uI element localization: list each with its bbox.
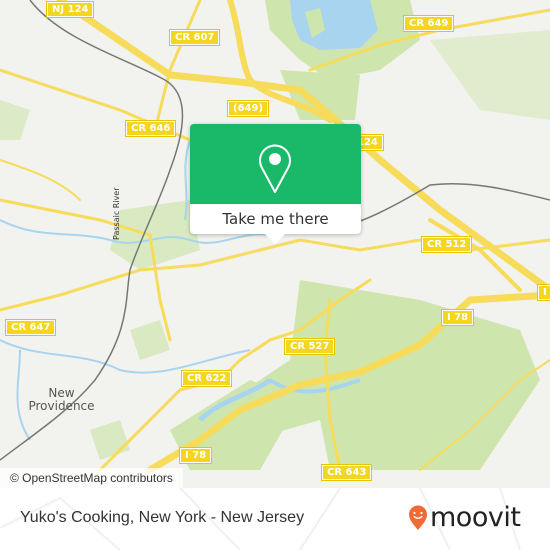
moovit-smile-pin-icon <box>409 505 427 530</box>
popup-body: Take me there <box>190 204 361 234</box>
road-label-649: (649) <box>226 100 270 117</box>
road-label-cr647: CR 647 <box>4 319 57 336</box>
road-label-cr649: CR 649 <box>402 15 455 32</box>
road-label-nj124: NJ 124 <box>45 1 95 18</box>
map-attribution[interactable]: © OpenStreetMap contributors <box>0 468 183 488</box>
take-me-there-button[interactable]: Take me there <box>190 204 361 234</box>
road-label-cr607: CR 607 <box>168 29 221 46</box>
map-pin-icon <box>259 144 291 193</box>
road-label-cr646: CR 646 <box>124 120 177 137</box>
road-label-cr527: CR 527 <box>283 338 336 355</box>
location-popup: Take me there <box>190 124 361 244</box>
road-label-i78-east: I 78 <box>440 309 475 326</box>
moovit-wordmark: moovit <box>430 502 521 533</box>
place-title: Yuko's Cooking, New York - New Jersey <box>20 509 305 526</box>
footer: Yuko's Cooking, New York - New Jersey mo… <box>0 488 550 550</box>
popup-pointer <box>265 234 285 244</box>
map[interactable]: NJ 124 CR 607 CR 649 (649) CR 646 124 CR… <box>0 0 550 488</box>
road-label-cr512: CR 512 <box>420 236 473 253</box>
road-label-cr643: CR 643 <box>320 464 373 481</box>
place-label-new-providence: New Providence <box>28 386 95 413</box>
road-label-cr622: CR 622 <box>180 370 233 387</box>
road-label-i78-west: I 78 <box>178 447 213 464</box>
river-label-passaic: Passaic River <box>112 187 121 241</box>
road-label-i78-edge: I <box>537 284 550 301</box>
moovit-logo[interactable]: moovit <box>408 502 521 534</box>
